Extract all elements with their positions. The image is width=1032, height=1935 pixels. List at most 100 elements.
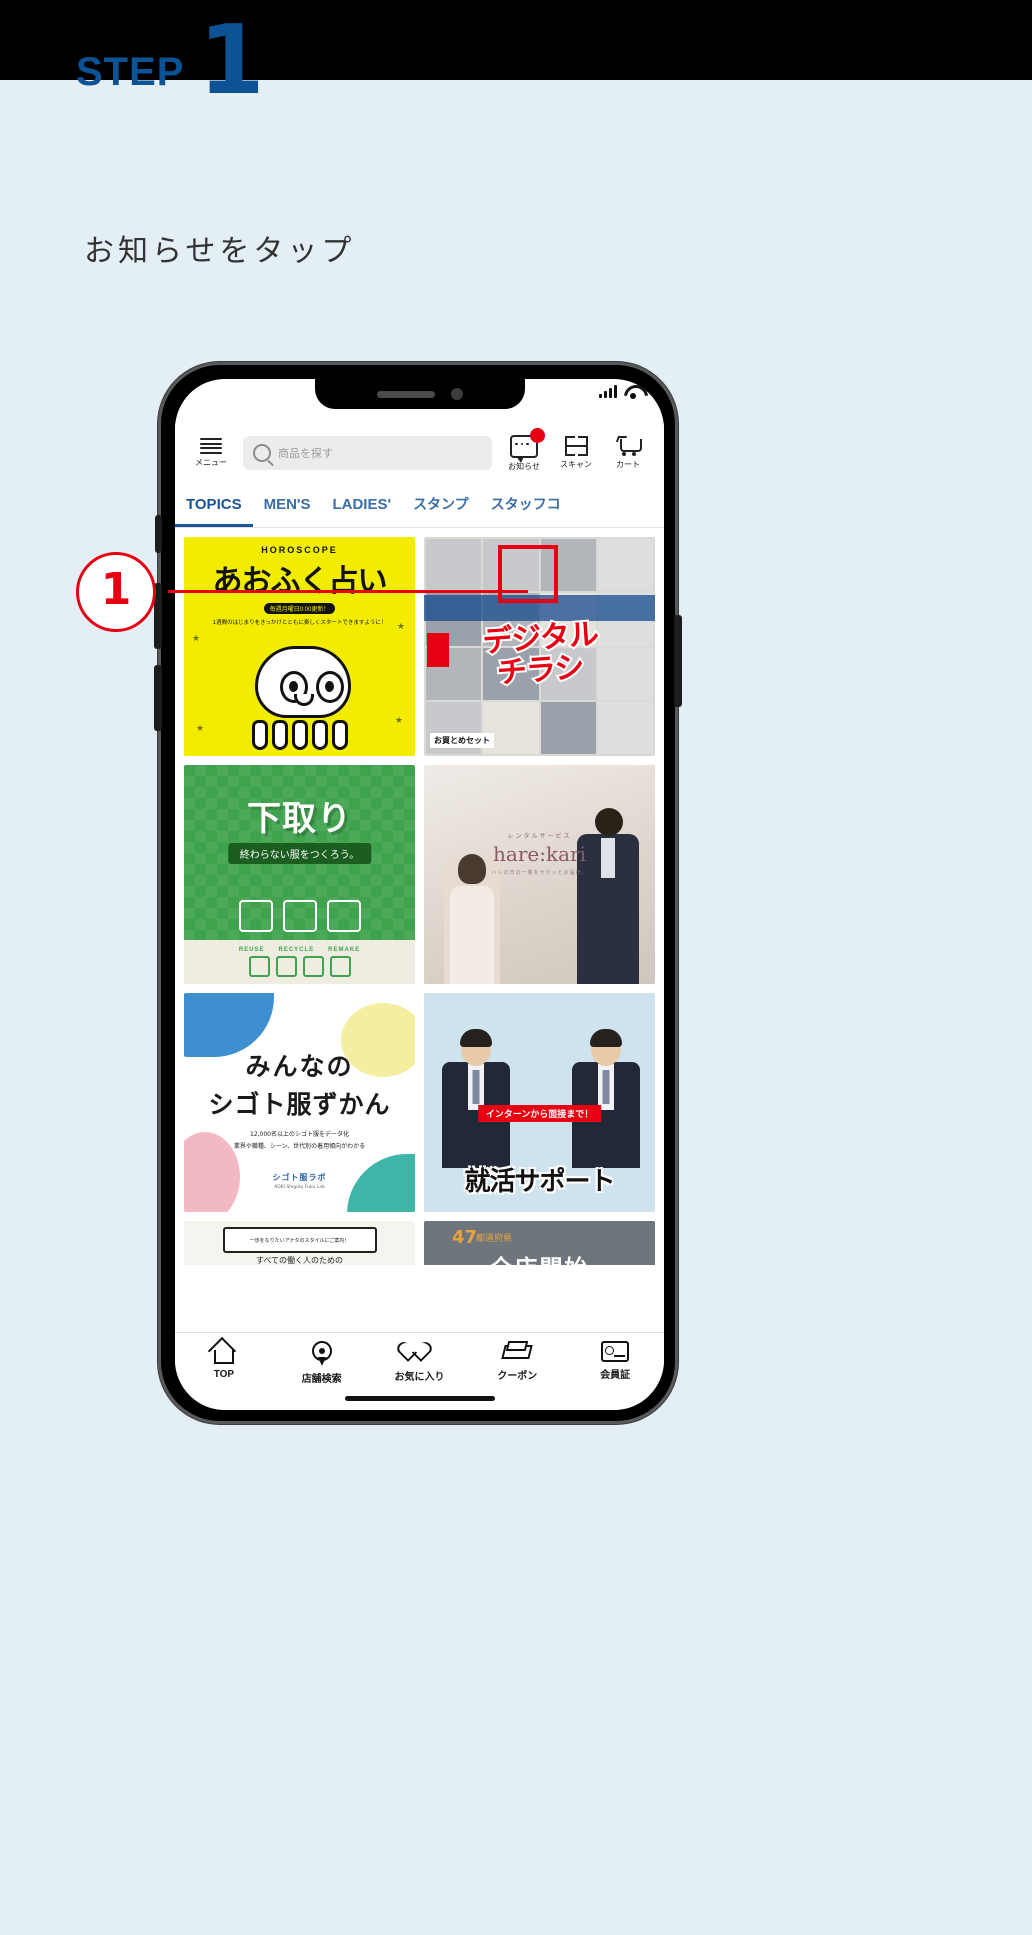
horoscope-kicker: HOROSCOPE <box>261 545 338 555</box>
cart-label: カート <box>616 460 640 469</box>
callout-badge-number: 1 <box>100 564 132 615</box>
tab-stamp[interactable]: スタンプ <box>402 483 480 527</box>
phone-screen: メニュー 商品を探す お知らせ スキャン カート TOPICS MEN'S LA… <box>175 379 664 1410</box>
workbook-logo-sub: AOKI Shigoto Fuku Lab <box>274 1185 325 1190</box>
tile-business-wear[interactable]: 一歩をなりたいアナタのスタイルにご案内！ すべての働く人のための ビジネスウェア… <box>184 1221 415 1265</box>
garment-icons <box>238 900 361 932</box>
jobhunt-model-female <box>571 1029 641 1168</box>
tab-topics[interactable]: TOPICS <box>175 483 253 527</box>
star-decoration: ★ <box>192 633 201 643</box>
tradein-title: 下取り <box>247 799 352 839</box>
tradein-tag-remake: REMAKE <box>328 947 361 953</box>
status-bar <box>599 385 642 399</box>
flyer-title-line2: チラシ <box>493 648 586 693</box>
rental-label: レンタルサービス hare:kari ハレの日の一着をサクッとお届け。 <box>492 831 588 876</box>
blob-pink <box>184 1132 240 1212</box>
callout-pointer-line <box>168 590 528 593</box>
bottom-nav-top[interactable]: TOP <box>175 1336 273 1380</box>
rental-kicker: レンタルサービス <box>507 833 572 840</box>
scan-button[interactable]: スキャン <box>550 436 602 470</box>
jobhunt-tag: インターンから面接まで！ <box>477 1105 602 1122</box>
workbook-logo-text: シゴト服ラボ <box>272 1173 327 1182</box>
instruction-text: お知らせをタップ <box>84 234 356 269</box>
bottom-nav-membership-label: 会員証 <box>600 1370 631 1381</box>
notification-label: お知らせ <box>508 461 540 471</box>
jobhunt-model-male <box>440 1029 512 1168</box>
wifi-icon <box>624 385 642 399</box>
bottom-nav-store-search-label: 店舗検索 <box>301 1374 342 1385</box>
octopus-mascot-icon <box>244 646 356 750</box>
workbook-desc2: 業界や職種、シーン、世代別の着用傾向がわかる <box>233 1143 366 1150</box>
rental-name: hare:kari <box>493 842 586 866</box>
power-button <box>674 615 682 707</box>
scan-icon <box>564 436 588 456</box>
notification-badge <box>530 427 545 443</box>
home-icon <box>207 1336 237 1366</box>
bottom-nav-coupon-label: クーポン <box>497 1371 538 1382</box>
star-decoration: ★ <box>396 621 405 631</box>
horoscope-badge: 毎週月曜日0:00更新！ <box>263 603 336 614</box>
signal-bars-icon <box>599 385 617 398</box>
tile-trade-in[interactable]: 下取り 終わらない服をつくろう。 REUSE RECYCLE REMAKE <box>184 765 415 984</box>
search-input[interactable]: 商品を探す <box>243 436 492 470</box>
tab-ladies[interactable]: LADIES' <box>321 483 402 527</box>
callout-badge-1: 1 <box>76 552 156 632</box>
star-decoration: ★ <box>394 715 403 725</box>
cart-button[interactable]: カート <box>602 436 654 470</box>
volume-down-button <box>154 665 162 731</box>
map-pin-icon <box>311 1341 332 1366</box>
tab-mens[interactable]: MEN'S <box>253 483 322 527</box>
app-toolbar: メニュー 商品を探す お知らせ スキャン カート <box>175 423 664 483</box>
earpiece-speaker <box>376 390 435 398</box>
jobhunt-title: 就活サポート <box>464 1167 615 1197</box>
cart-icon <box>615 436 642 456</box>
tile-all-stores[interactable]: 47 都道府県 全店開始 オーダースーツ <box>424 1221 655 1265</box>
bottom-nav-top-label: TOP <box>213 1369 235 1380</box>
content-grid: HOROSCOPE あおふく占い 毎週月曜日0:00更新！ 1週間のはじまりをき… <box>175 528 664 1265</box>
businesswear-banner: 一歩をなりたいアナタのスタイルにご案内！ <box>222 1227 377 1253</box>
allstores-number-sub: 都道府県 <box>476 1234 513 1244</box>
membership-card-icon <box>601 1341 630 1362</box>
tile-horoscope[interactable]: HOROSCOPE あおふく占い 毎週月曜日0:00更新！ 1週間のはじまりをき… <box>184 537 415 756</box>
flyer-footer: お買とめセット <box>430 733 494 748</box>
bottom-nav-membership[interactable]: 会員証 <box>566 1341 664 1381</box>
businesswear-line1: すべての働く人のための <box>255 1256 344 1265</box>
menu-label: メニュー <box>195 458 227 467</box>
heart-icon <box>406 1341 432 1364</box>
bottom-nav-store-search[interactable]: 店舗検索 <box>273 1341 371 1385</box>
workbook-logo: シゴト服ラボ AOKI Shigoto Fuku Lab <box>273 1172 327 1190</box>
menu-button[interactable]: メニュー <box>185 438 237 468</box>
phone-notch <box>314 379 525 409</box>
home-indicator <box>344 1396 495 1401</box>
tradein-sub: 終わらない服をつくろう。 <box>227 843 372 864</box>
notification-button[interactable]: お知らせ <box>498 427 550 472</box>
workbook-line1: みんなの <box>245 1052 354 1081</box>
bottom-nav-favorites-label: お気に入り <box>394 1372 445 1383</box>
search-placeholder: 商品を探す <box>278 447 333 460</box>
horoscope-title: あおふく占い <box>212 564 388 599</box>
workbook-desc1: 12,000名以上のシゴト服をデータ化 <box>250 1131 349 1138</box>
bottom-nav-favorites[interactable]: お気に入り <box>371 1341 469 1383</box>
tab-staff-coordinate[interactable]: スタッフコ <box>480 483 572 527</box>
hamburger-icon <box>200 438 222 454</box>
workbook-line2: シゴト服ずかん <box>208 1090 391 1119</box>
blob-teal <box>347 1154 415 1212</box>
scan-label: スキャン <box>560 460 592 469</box>
tradein-tag-recycle: RECYCLE <box>278 947 315 953</box>
search-icon <box>253 444 271 462</box>
allstores-title: 全店開始 <box>490 1249 590 1265</box>
step-number: 1 <box>198 6 265 116</box>
phone-mockup: メニュー 商品を探す お知らせ スキャン カート TOPICS MEN'S LA… <box>154 362 682 1424</box>
tile-work-clothes-book[interactable]: みんなの シゴト服ずかん 12,000名以上のシゴト服をデータ化 業界や職種、シ… <box>184 993 415 1212</box>
notification-highlight-box <box>498 545 558 603</box>
mute-switch <box>155 515 162 553</box>
rental-tagline: ハレの日の一着をサクッとお届け。 <box>491 870 588 876</box>
horoscope-sub: 1週間のはじまりをきっかけとともに楽しくスタートできますように！ <box>212 620 387 626</box>
allstores-number: 47 <box>452 1227 478 1248</box>
tile-rental-harekari[interactable]: レンタルサービス hare:kari ハレの日の一着をサクッとお届け。 <box>424 765 655 984</box>
step-heading: STEP 1 <box>76 6 265 116</box>
tile-job-hunting[interactable]: インターンから面接まで！ 就活サポート <box>424 993 655 1212</box>
star-decoration: ★ <box>196 723 205 733</box>
step-word: STEP <box>76 50 185 95</box>
bottom-nav-coupon[interactable]: クーポン <box>468 1341 566 1382</box>
